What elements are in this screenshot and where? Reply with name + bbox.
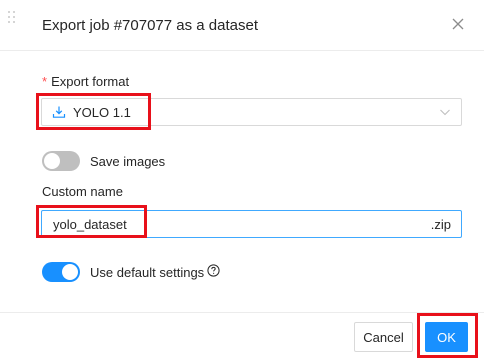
close-button[interactable] — [449, 15, 467, 33]
toggle-knob — [62, 264, 78, 280]
use-default-settings-toggle[interactable] — [42, 262, 80, 282]
export-format-value: YOLO 1.1 — [73, 105, 131, 120]
footer-divider — [0, 312, 484, 313]
custom-name-field: .zip — [41, 210, 462, 238]
chevron-down-icon — [440, 109, 450, 116]
cancel-button[interactable]: Cancel — [354, 322, 413, 352]
save-images-label: Save images — [90, 154, 166, 169]
download-icon — [52, 106, 66, 118]
header-divider — [0, 50, 484, 51]
save-images-toggle[interactable] — [42, 151, 80, 171]
custom-name-label: Custom name — [42, 184, 123, 199]
close-x-icon — [452, 18, 464, 30]
ok-button[interactable]: OK — [425, 322, 468, 352]
export-format-label: * Export format — [42, 74, 129, 89]
drag-handle-icon[interactable] — [8, 11, 18, 25]
modal-title: Export job #707077 as a dataset — [42, 17, 258, 34]
export-format-label-text: Export format — [51, 74, 130, 89]
export-format-select[interactable]: YOLO 1.1 — [41, 98, 462, 126]
file-extension-suffix: .zip — [430, 217, 451, 232]
custom-name-input[interactable] — [42, 211, 412, 237]
required-mark: * — [42, 74, 48, 89]
toggle-knob — [44, 153, 60, 169]
use-default-settings-label: Use default settings — [90, 265, 205, 280]
question-circle-icon[interactable] — [207, 264, 220, 277]
